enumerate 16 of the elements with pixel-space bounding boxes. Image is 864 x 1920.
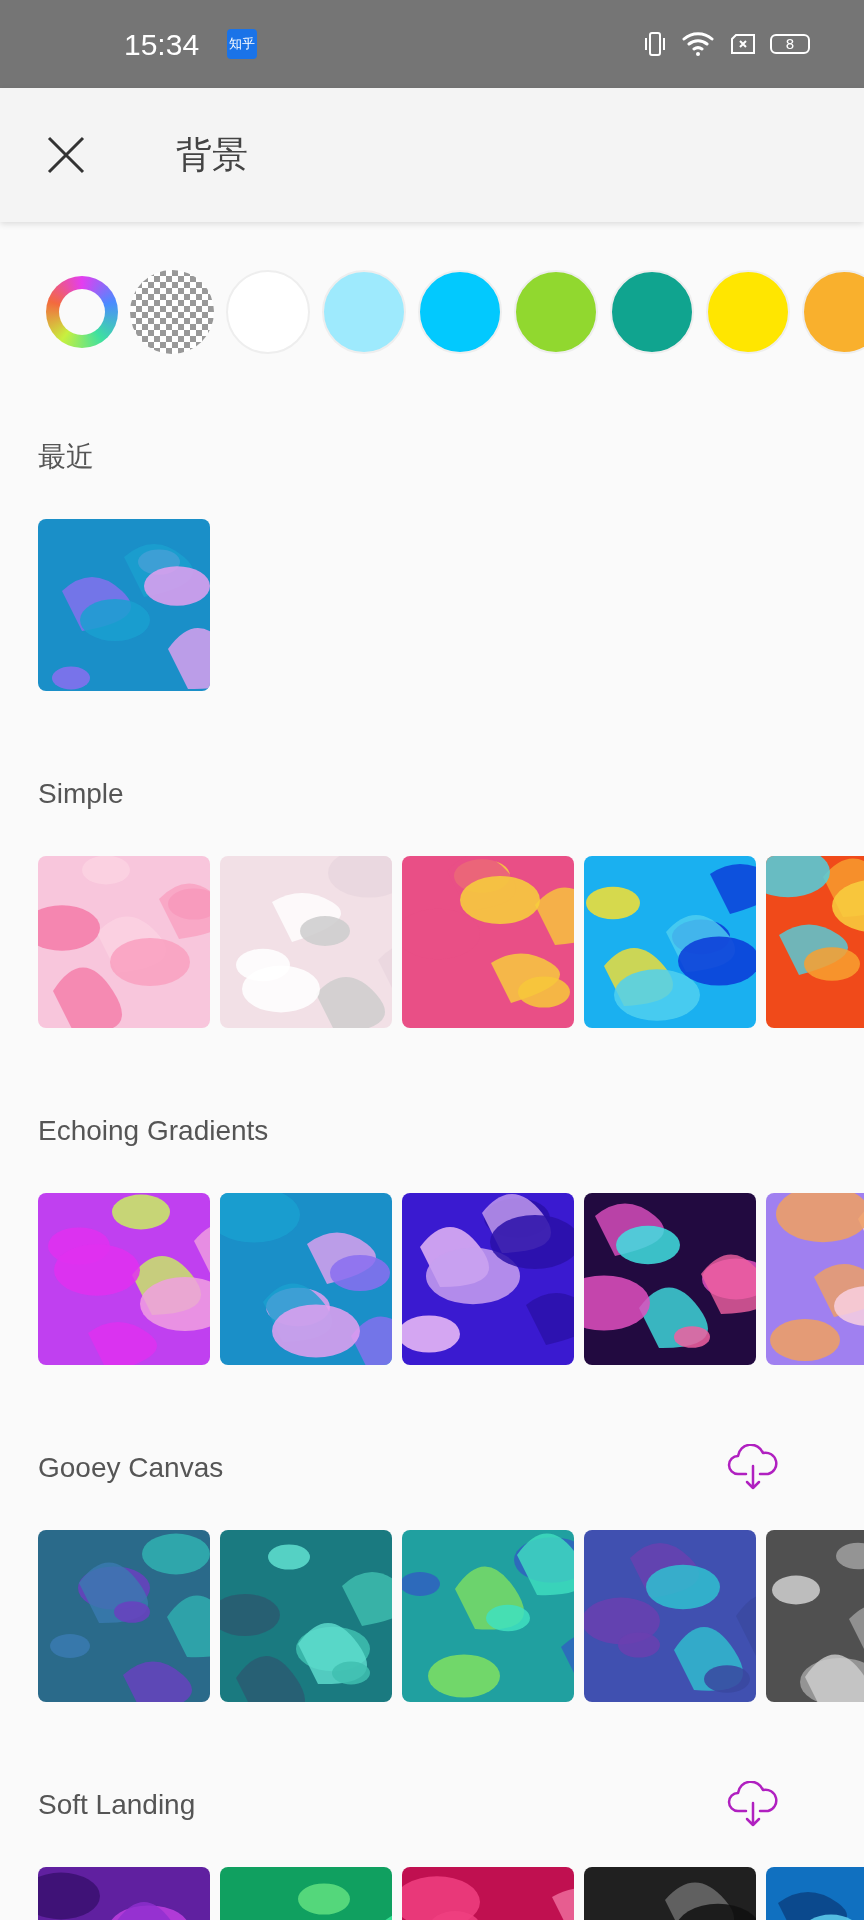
section-title: Soft Landing bbox=[38, 1788, 196, 1822]
section-title: Echoing Gradients bbox=[38, 1114, 269, 1148]
section-title: Simple bbox=[38, 777, 124, 811]
status-time: 15:34 bbox=[124, 26, 200, 63]
page-title: 背景 bbox=[176, 133, 248, 177]
sim-card-icon bbox=[730, 33, 756, 55]
section-title: Gooey Canvas bbox=[38, 1451, 224, 1485]
app-notification-icon: 知乎 bbox=[227, 29, 258, 59]
color-swatch[interactable] bbox=[802, 270, 864, 354]
section-title: 最近 bbox=[38, 440, 94, 474]
cloud-download-icon[interactable] bbox=[726, 1781, 780, 1829]
close-icon[interactable] bbox=[46, 135, 86, 175]
battery-icon: 8 bbox=[770, 34, 810, 54]
wifi-icon bbox=[682, 30, 716, 58]
vibrate-icon bbox=[642, 31, 668, 57]
cloud-download-icon[interactable] bbox=[726, 1444, 780, 1492]
